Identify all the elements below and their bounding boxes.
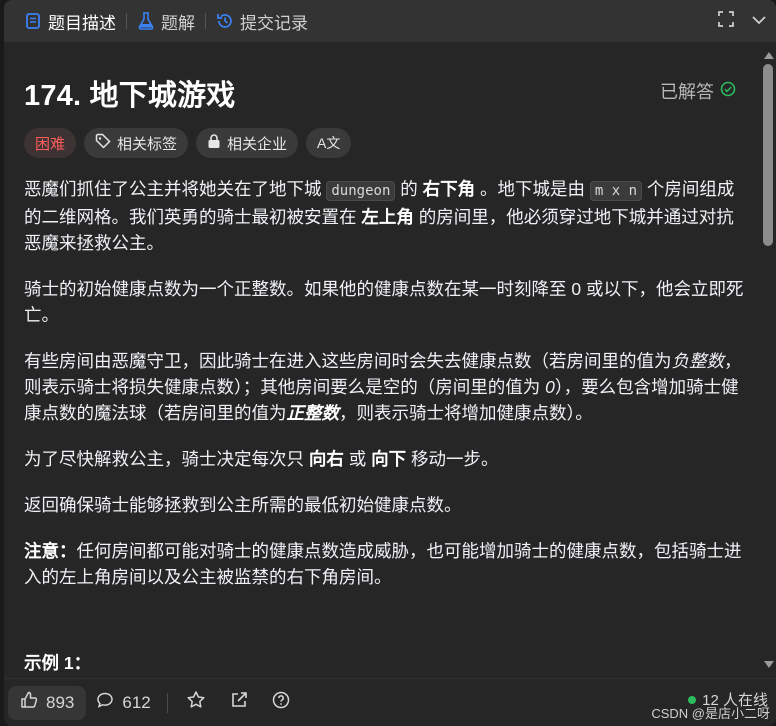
text: 有些房间由恶魔守卫，因此骑士在进入这些房间时会失去健康点数（若房间里的值为 xyxy=(24,351,672,371)
share-button[interactable] xyxy=(218,686,260,720)
bold-text: 向下 xyxy=(371,449,407,469)
translate-icon: A文 xyxy=(317,135,341,151)
italic-text: 负整数 xyxy=(671,351,725,371)
paragraph-2: 骑士的初始健康点数为一个正整数。如果他的健康点数在某一时刻降至 0 或以下，他会… xyxy=(24,279,744,325)
bold-text: 右下角 xyxy=(422,179,476,199)
note-label: 注意： xyxy=(24,541,77,561)
fullscreen-icon[interactable] xyxy=(718,10,734,32)
text: 或 xyxy=(343,449,372,469)
bold-text: 向右 xyxy=(308,449,344,469)
history-icon xyxy=(216,12,234,30)
watermark: CSDN @是店小二呀 xyxy=(651,706,770,721)
text: ，则表示骑士将增加健康点数）。 xyxy=(339,403,593,423)
text: 移动一步。 xyxy=(406,449,499,469)
check-circle-icon xyxy=(720,81,736,102)
paragraph-5: 返回确保骑士能够拯救到公主所需的最低初始健康点数。 xyxy=(24,495,462,515)
solved-status: 已解答 xyxy=(660,78,736,104)
comment-icon xyxy=(96,691,114,714)
paragraph-4: 为了尽快解救公主，骑士决定每次只 向右 或 向下 移动一步。 xyxy=(24,446,744,472)
related-tags-button[interactable]: 相关标签 xyxy=(84,128,189,158)
comments-button[interactable]: 612 xyxy=(86,686,160,720)
share-icon xyxy=(230,691,248,714)
italic-text: 0 xyxy=(545,377,555,397)
related-companies-label: 相关企业 xyxy=(227,135,288,153)
divider xyxy=(166,692,168,713)
tab-bar: 题目描述 题解 提交记录 xyxy=(4,0,776,42)
bold-text: 左上角 xyxy=(361,207,414,227)
tag-row: 困难 相关标签 相关企业 A文 xyxy=(24,128,744,158)
paragraph-1: 恶魔们抓住了公主并将她关在了地下城 dungeon 的 右下角 。地下城是由 m… xyxy=(24,176,744,256)
tab-solutions[interactable]: 题解 xyxy=(129,0,203,42)
favorite-button[interactable] xyxy=(174,686,218,720)
comment-count: 612 xyxy=(122,692,151,712)
difficulty-label: 困难 xyxy=(35,135,66,153)
tab-solutions-label: 题解 xyxy=(161,13,195,33)
difficulty-badge: 困难 xyxy=(24,128,77,158)
document-icon xyxy=(24,12,42,30)
problem-title[interactable]: 174. 地下城游戏 xyxy=(24,72,744,114)
thumbs-up-icon xyxy=(20,691,38,714)
like-count: 893 xyxy=(46,692,75,712)
star-icon xyxy=(186,690,206,715)
tab-description[interactable]: 题目描述 xyxy=(16,0,124,42)
scrollbar-thumb[interactable] xyxy=(763,64,773,246)
paragraph-3: 有些房间由恶魔守卫，因此骑士在进入这些房间时会失去健康点数（若房间里的值为负整数… xyxy=(24,348,744,426)
related-companies-button[interactable]: 相关企业 xyxy=(196,128,299,158)
flask-icon xyxy=(137,12,155,30)
text: 的 xyxy=(395,179,423,199)
help-button[interactable] xyxy=(260,686,302,720)
title-row: 174. 地下城游戏 已解答 xyxy=(24,72,744,112)
tab-divider xyxy=(205,13,206,29)
tab-divider xyxy=(126,13,127,29)
inline-code: dungeon xyxy=(326,181,396,201)
paragraph-6: 注意：任何房间都可能对骑士的健康点数造成威胁，也可能增加骑士的健康点数，包括骑士… xyxy=(24,538,744,590)
chevron-down-icon[interactable] xyxy=(752,12,766,30)
related-tags-label: 相关标签 xyxy=(117,135,178,153)
translate-button[interactable]: A文 xyxy=(306,128,352,158)
tab-description-label: 题目描述 xyxy=(48,13,116,33)
description-content: 174. 地下城游戏 已解答 困难 相关标签 相关企业 A文 恶魔们抓住了公主并… xyxy=(4,42,764,678)
scroll-up-arrow-icon[interactable] xyxy=(764,52,774,59)
problem-description: 恶魔们抓住了公主并将她关在了地下城 dungeon 的 右下角 。地下城是由 m… xyxy=(24,176,744,676)
lock-icon xyxy=(207,133,221,153)
solved-label: 已解答 xyxy=(660,82,714,102)
example-heading: 示例 1： xyxy=(24,653,92,673)
tab-submissions[interactable]: 提交记录 xyxy=(208,0,316,42)
like-button[interactable]: 893 xyxy=(8,685,87,720)
tag-icon xyxy=(95,133,111,153)
tab-submissions-label: 提交记录 xyxy=(240,13,308,33)
italic-bold-text: 正整数 xyxy=(286,403,340,423)
scroll-down-arrow-icon[interactable] xyxy=(764,661,774,668)
text: 任何房间都可能对骑士的健康点数造成威胁，也可能增加骑士的健康点数，包括骑士进入的… xyxy=(24,541,742,587)
text: 恶魔们抓住了公主并将她关在了地下城 xyxy=(24,179,327,199)
scrollbar[interactable] xyxy=(762,42,774,678)
problem-panel: 题目描述 题解 提交记录 174. 地下城游戏 已解答 困难 相关标签 相关企业… xyxy=(4,0,776,726)
text: 为了尽快解救公主，骑士决定每次只 xyxy=(24,449,309,469)
help-icon xyxy=(272,691,290,714)
tabbar-actions xyxy=(718,0,766,42)
inline-code: m x n xyxy=(589,181,643,201)
text: 。地下城是由 xyxy=(475,179,590,199)
